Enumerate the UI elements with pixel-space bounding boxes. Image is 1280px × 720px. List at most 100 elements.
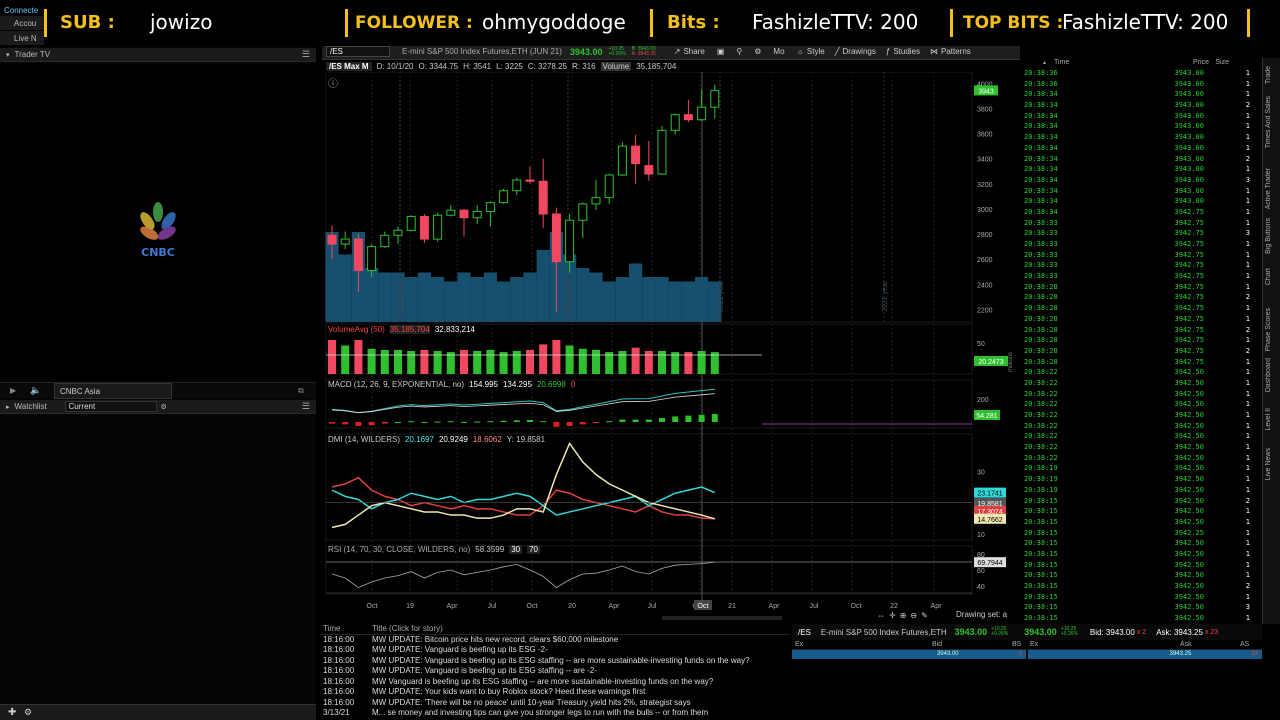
ts-row: 20:38:22 3942.50 1: [1020, 431, 1262, 442]
alert-icon[interactable]: ⚲: [736, 47, 742, 56]
video-player[interactable]: CNBC: [0, 64, 316, 380]
drawings-button[interactable]: Drawings: [843, 47, 876, 56]
add-icon[interactable]: ✚: [8, 707, 16, 718]
vtab-active-trader[interactable]: Active Trader: [1265, 168, 1272, 209]
ts-time: 20:38:36: [1024, 79, 1058, 88]
ts-size: 1: [1245, 122, 1250, 131]
news-row[interactable]: 18:16:00 MW UPDATE: Vanguard is beefing u…: [320, 645, 790, 656]
ts-size: 1: [1245, 368, 1250, 377]
ts-time: 20:38:15: [1024, 549, 1058, 558]
collapse-icon[interactable]: ▸: [6, 403, 10, 411]
ts-time: 20:38:28: [1024, 314, 1058, 323]
news-row[interactable]: 3/13/21 M... se money and investing tips …: [320, 708, 790, 719]
watchlist-select[interactable]: Current: [64, 401, 157, 412]
ts-row: 20:38:34 3943.00 1: [1020, 132, 1262, 143]
news-row[interactable]: 18:16:00 MW UPDATE: 'There will be no pea…: [320, 698, 790, 709]
drawing-set-label[interactable]: Drawing set: a: [956, 610, 1007, 619]
vtab-dashboard[interactable]: Dashboard: [1265, 358, 1272, 392]
zoom-in-icon[interactable]: ⊕: [900, 611, 911, 620]
macd-hist-bar: [421, 422, 428, 423]
candle-body: [446, 209, 456, 216]
news-row[interactable]: 18:16:00 MW UPDATE: Vanguard is beefing u…: [320, 666, 790, 677]
news-row[interactable]: 18:16:00 MW UPDATE: Bitcoin price hits ne…: [320, 635, 790, 646]
ts-price: 3942.75: [1174, 218, 1204, 227]
zoom-controls[interactable]: ⇔✛⊕⊖✎: [877, 611, 932, 620]
ts-price-header[interactable]: Price: [1154, 58, 1209, 68]
ts-size: 1: [1245, 475, 1250, 484]
ts-price: 3942.75: [1174, 229, 1204, 238]
ts-time: 20:38:34: [1024, 186, 1058, 195]
share-button[interactable]: Share: [683, 47, 704, 56]
candle-body: [512, 179, 522, 192]
menu-icon[interactable]: ☰: [302, 401, 310, 412]
ts-size: 2: [1245, 496, 1250, 505]
ts-time: 20:38:22: [1024, 389, 1058, 398]
ts-size: 1: [1245, 314, 1250, 323]
volume-icon[interactable]: 🔈: [30, 385, 41, 396]
play-icon[interactable]: ▶: [10, 386, 16, 395]
channel-select[interactable]: CNBC Asia: [54, 383, 172, 399]
studies-button[interactable]: Studies: [893, 47, 920, 56]
news-row[interactable]: 18:16:00 MW Vanguard is beefing up its ES…: [320, 677, 790, 688]
crosshair-icon[interactable]: ✛: [889, 611, 900, 620]
chart-area[interactable]: /ES E-mini S&P 500 Index Futures,ETH (JU…: [322, 44, 1020, 622]
vtab-times-and-sales[interactable]: Times And Sales: [1265, 96, 1272, 148]
news-row[interactable]: 18:16:00 MW UPDATE: Vanguard is beefing u…: [320, 656, 790, 667]
menu-icon[interactable]: ☰: [302, 49, 310, 60]
ts-row: 20:38:34 3943.00 1: [1020, 164, 1262, 175]
ts-time: 20:38:22: [1024, 432, 1058, 441]
settings-icon[interactable]: ⚙: [161, 403, 167, 411]
gear-icon[interactable]: ⚙: [24, 707, 32, 718]
share-icon[interactable]: ↗: [674, 47, 681, 56]
macd-hist-bar: [645, 419, 652, 422]
news-time-header[interactable]: Time: [320, 624, 372, 634]
macd-hist-bar: [579, 422, 586, 425]
account-tab[interactable]: Accou: [0, 16, 44, 30]
ts-size: 1: [1245, 272, 1250, 281]
vtab-big-buttons[interactable]: Big Buttons: [1265, 218, 1272, 254]
save-icon[interactable]: ▣: [717, 47, 725, 56]
vtab-chart[interactable]: Chart: [1265, 268, 1272, 285]
time-frame-button[interactable]: Mo: [773, 47, 784, 56]
timeframe-label[interactable]: /ES Max M: [326, 62, 372, 71]
ts-time: 20:38:22: [1024, 400, 1058, 409]
studies-icon[interactable]: ƒ: [886, 47, 890, 56]
ts-size: 1: [1245, 186, 1250, 195]
vtab-phase-scores[interactable]: Phase Scores: [1265, 308, 1272, 352]
symbol-input[interactable]: /ES: [326, 46, 390, 57]
ts-time-header[interactable]: Time: [1054, 58, 1154, 68]
zoom-out-icon[interactable]: ⊖: [910, 611, 921, 620]
vtab-level-ii[interactable]: Level II: [1265, 408, 1272, 431]
patterns-button[interactable]: Patterns: [941, 47, 971, 56]
vtab-live-news[interactable]: Live News: [1265, 448, 1272, 480]
ts-size-header[interactable]: Size: [1209, 58, 1229, 68]
ts-row: 20:38:36 3943.00 1: [1020, 68, 1262, 79]
candle-body: [697, 106, 707, 121]
style-icon[interactable]: ☼: [797, 47, 804, 56]
dmi-value-3: 18.6062: [472, 435, 502, 444]
style-button[interactable]: Style: [807, 47, 825, 56]
gear-icon[interactable]: ⚙: [754, 47, 761, 56]
live-news-tab[interactable]: Live N: [0, 31, 44, 45]
vtab-trade[interactable]: Trade: [1265, 66, 1272, 84]
sort-icon[interactable]: ▲: [1042, 58, 1054, 68]
collapse-icon[interactable]: ▾: [6, 51, 10, 59]
level2-symbol[interactable]: /ES: [798, 628, 811, 637]
volavg-bar: [394, 349, 402, 374]
draw-icon[interactable]: ✎: [921, 611, 932, 620]
macd-hist-bar: [513, 420, 520, 422]
ts-row: 20:38:22 3942.50 1: [1020, 399, 1262, 410]
macd-hist-bar: [447, 421, 454, 423]
pan-icon[interactable]: ⇔: [877, 611, 889, 620]
popout-icon[interactable]: ⧉: [298, 386, 304, 396]
chart-svg[interactable]: 2019 year 2020 year 2021 year 2021 year4000…: [322, 72, 1020, 622]
news-title-header[interactable]: Title (Click for story): [372, 624, 443, 634]
ts-row: 20:38:22 3942.50 1: [1020, 442, 1262, 453]
x-axis-label: Oct: [527, 603, 538, 610]
volume-bar: [576, 268, 590, 322]
macd-label: MACD (12, 26, 9, EXPONENTIAL, no): [328, 380, 465, 389]
patterns-icon[interactable]: ⋈: [930, 47, 938, 56]
news-row[interactable]: 18:16:00 MW UPDATE: Your kids want to buy…: [320, 687, 790, 698]
drawings-icon[interactable]: ╱: [835, 47, 840, 56]
level2-row[interactable]: 3943.00 2 3943.25 23: [792, 650, 1262, 659]
